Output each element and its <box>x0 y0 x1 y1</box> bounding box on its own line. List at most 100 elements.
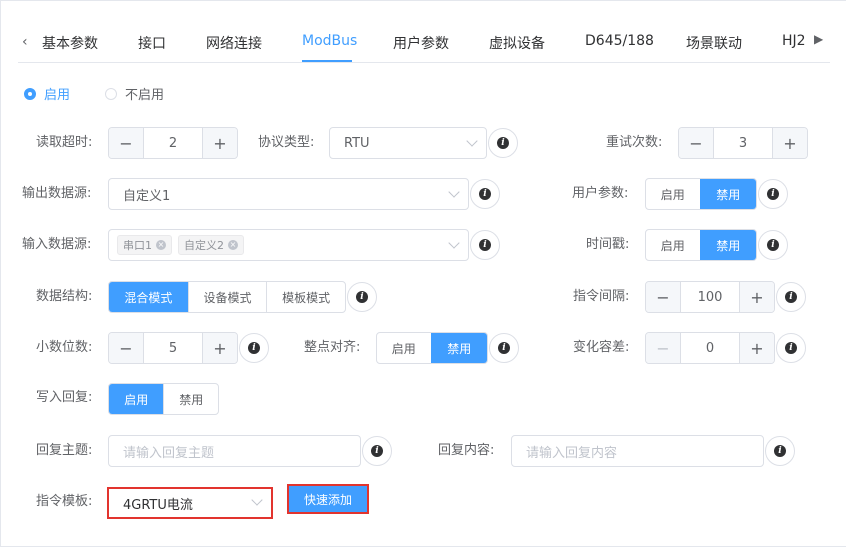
user-params-label: 用户参数: <box>572 186 629 201</box>
cmd-interval-stepper[interactable]: − 100 + <box>645 281 775 313</box>
decimals-stepper[interactable]: − 5 + <box>108 332 238 364</box>
increment-button[interactable]: + <box>739 333 774 363</box>
timestamp-enable-button[interactable]: 启用 <box>646 230 700 260</box>
input-source-select[interactable]: 串口1 × 自定义2 × <box>108 229 469 261</box>
user-params-enable-button[interactable]: 启用 <box>646 179 700 209</box>
radio-label: 启用 <box>44 88 71 103</box>
mode-template-button[interactable]: 模板模式 <box>266 282 345 312</box>
align-disable-button[interactable]: 禁用 <box>430 333 487 363</box>
output-source-select[interactable]: 自定义1 <box>108 178 469 210</box>
output-source-value: 自定义1 <box>123 188 171 204</box>
tab-hj2[interactable]: HJ2 <box>782 33 806 49</box>
cmd-template-label: 指令模板: <box>36 494 93 509</box>
tab-modbus[interactable]: ModBus <box>302 33 357 49</box>
info-icon[interactable]: i <box>765 436 795 466</box>
info-icon[interactable]: i <box>776 282 806 312</box>
quick-add-button[interactable]: 快速添加 <box>287 484 369 514</box>
info-icon[interactable]: i <box>776 333 806 363</box>
data-structure-group: 混合模式 设备模式 模板模式 <box>108 281 346 313</box>
mode-device-button[interactable]: 设备模式 <box>187 282 267 312</box>
user-params-disable-button[interactable]: 禁用 <box>699 179 756 209</box>
decimals-label: 小数位数: <box>36 340 93 355</box>
info-icon[interactable]: i <box>239 333 269 363</box>
write-reply-toggle: 启用 禁用 <box>108 383 219 415</box>
timestamp-toggle: 启用 禁用 <box>645 229 757 261</box>
tab-network[interactable]: 网络连接 <box>206 33 262 53</box>
tolerance-value[interactable]: 0 <box>681 333 739 363</box>
tag-serial1: 串口1 × <box>117 235 172 255</box>
timestamp-label: 时间戳: <box>586 237 630 252</box>
info-icon[interactable]: i <box>470 230 500 260</box>
tab-virtual-device[interactable]: 虚拟设备 <box>489 33 545 53</box>
chevron-down-icon <box>466 135 478 147</box>
chevron-down-icon <box>448 186 460 198</box>
increment-button[interactable]: + <box>772 128 807 158</box>
align-enable-button[interactable]: 启用 <box>377 333 431 363</box>
user-params-toggle: 启用 禁用 <box>645 178 757 210</box>
cmd-interval-label: 指令间隔: <box>573 289 630 304</box>
decrement-button[interactable]: − <box>109 333 144 363</box>
mode-mixed-button[interactable]: 混合模式 <box>109 282 188 312</box>
radio-dot <box>24 87 36 100</box>
input-source-label: 输入数据源: <box>22 237 92 252</box>
tab-scene-linkage[interactable]: 场景联动 <box>686 33 742 53</box>
tab-basic[interactable]: 基本参数 <box>42 33 98 53</box>
tag-label: 串口1 <box>123 239 152 252</box>
retry-value[interactable]: 3 <box>714 128 772 158</box>
read-timeout-value[interactable]: 2 <box>144 128 202 158</box>
radio-disable[interactable]: 不启用 <box>105 84 164 103</box>
write-reply-disable-button[interactable]: 禁用 <box>163 384 218 414</box>
caret-right-icon[interactable]: ▶ <box>814 32 823 46</box>
increment-button[interactable]: + <box>739 282 774 312</box>
decrement-button[interactable]: − <box>679 128 714 158</box>
chevron-left-icon[interactable]: ‹ <box>22 34 28 50</box>
close-icon[interactable]: × <box>228 240 238 250</box>
read-timeout-label: 读取超时: <box>36 135 93 150</box>
chevron-down-icon <box>448 237 460 249</box>
cmd-interval-value[interactable]: 100 <box>681 282 739 312</box>
radio-label: 不启用 <box>125 88 165 103</box>
info-icon[interactable]: i <box>758 179 788 209</box>
protocol-value: RTU <box>344 135 370 151</box>
write-reply-enable-button[interactable]: 启用 <box>109 384 164 414</box>
radio-enable[interactable]: 启用 <box>24 84 70 103</box>
increment-button[interactable]: + <box>202 333 237 363</box>
retry-label: 重试次数: <box>606 135 663 150</box>
info-icon[interactable]: i <box>470 179 500 209</box>
decimals-value[interactable]: 5 <box>144 333 202 363</box>
align-label: 整点对齐: <box>304 340 361 355</box>
decrement-button[interactable]: − <box>109 128 144 158</box>
decrement-button[interactable]: − <box>646 282 681 312</box>
retry-stepper[interactable]: − 3 + <box>678 127 808 159</box>
highlight-box <box>107 487 273 519</box>
timestamp-disable-button[interactable]: 禁用 <box>699 230 756 260</box>
info-icon[interactable]: i <box>758 230 788 260</box>
tab-d645[interactable]: D645/188 <box>585 33 654 49</box>
protocol-select[interactable]: RTU <box>329 127 487 159</box>
protocol-label: 协议类型: <box>258 135 315 150</box>
increment-button[interactable]: + <box>202 128 237 158</box>
output-source-label: 输出数据源: <box>22 186 92 201</box>
tab-bar: ‹ 基本参数 接口 网络连接 ModBus 用户参数 虚拟设备 D645/188… <box>18 22 830 63</box>
tab-user-params[interactable]: 用户参数 <box>393 33 449 53</box>
tag-custom2: 自定义2 × <box>178 235 244 255</box>
info-icon[interactable]: i <box>489 333 519 363</box>
decrement-button[interactable]: − <box>646 333 681 363</box>
info-icon[interactable]: i <box>347 282 377 312</box>
reply-content-label: 回复内容: <box>438 443 495 458</box>
info-icon[interactable]: i <box>488 128 518 158</box>
info-icon[interactable]: i <box>362 436 392 466</box>
reply-topic-label: 回复主题: <box>36 443 93 458</box>
reply-topic-input[interactable]: 请输入回复主题 <box>108 435 361 467</box>
tag-label: 自定义2 <box>184 239 224 252</box>
align-toggle: 启用 禁用 <box>376 332 488 364</box>
write-reply-label: 写入回复: <box>36 390 93 405</box>
read-timeout-stepper[interactable]: − 2 + <box>108 127 238 159</box>
tab-interface[interactable]: 接口 <box>138 33 166 53</box>
reply-content-input[interactable]: 请输入回复内容 <box>511 435 764 467</box>
active-tab-indicator <box>302 60 352 62</box>
tolerance-stepper[interactable]: − 0 + <box>645 332 775 364</box>
close-icon[interactable]: × <box>156 240 166 250</box>
radio-dot <box>105 87 117 100</box>
data-structure-label: 数据结构: <box>36 289 93 304</box>
